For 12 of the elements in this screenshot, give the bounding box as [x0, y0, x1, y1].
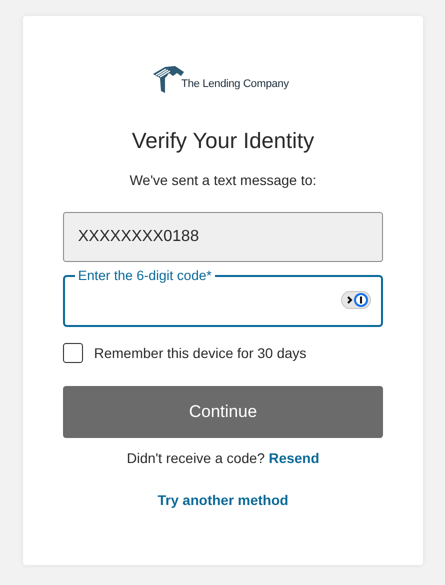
checkbox-label: Remember this device for 30 days [94, 345, 306, 361]
page-title: Verify Your Identity [130, 128, 316, 154]
message-text: We've sent a text message to: [128, 172, 318, 188]
phone-field: XXXXXXXX0188 [63, 212, 383, 262]
resend-text: Didn't receive a code? [126, 450, 265, 466]
checkbox[interactable] [63, 343, 83, 363]
resend-link[interactable]: Resend [268, 450, 320, 466]
autofill-icon[interactable] [341, 291, 371, 309]
continue-button[interactable]: Continue [63, 386, 383, 438]
logo-text: The Lending Company [181, 78, 289, 90]
code-field[interactable]: Enter the 6-digit code* [63, 268, 383, 327]
try-another-method-link[interactable]: Try another method [158, 492, 288, 508]
